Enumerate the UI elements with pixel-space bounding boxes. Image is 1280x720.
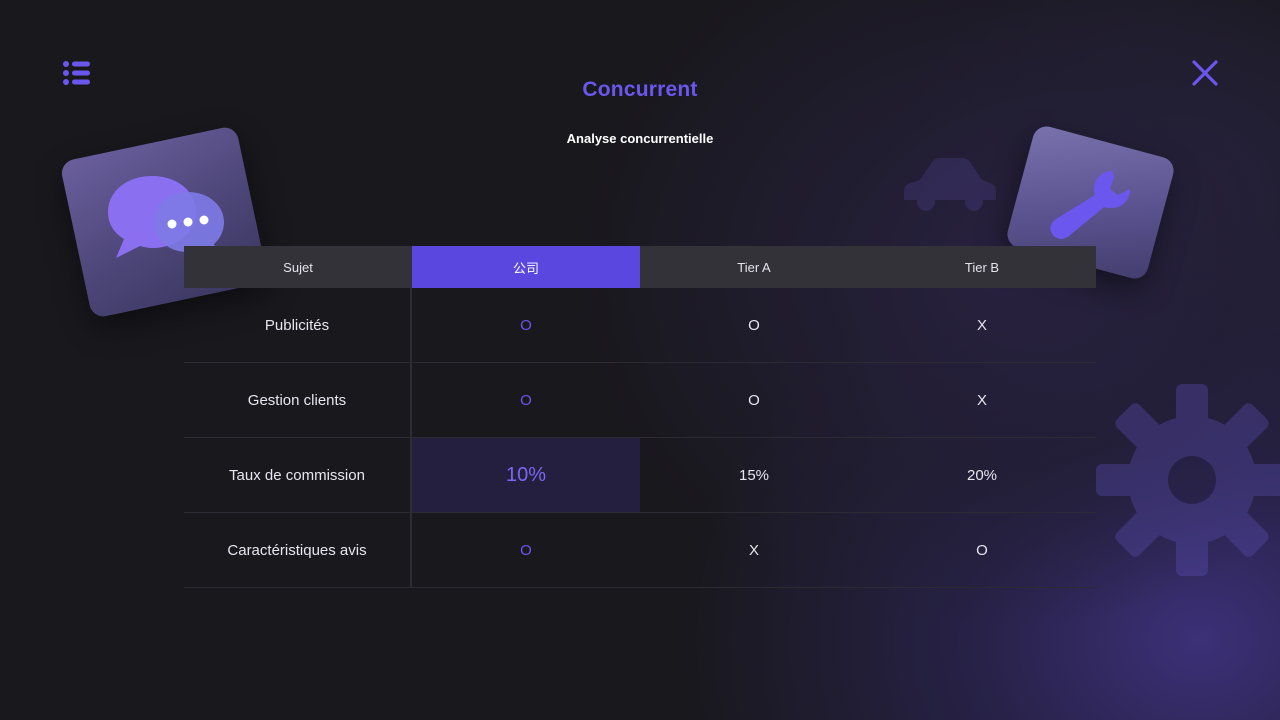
comparison-table: Sujet 公司 Tier A Tier B Publicités O O X …: [184, 246, 1096, 588]
column-header-tier-a: Tier A: [737, 259, 771, 275]
cell-tier-a: X: [748, 541, 759, 559]
wrench-icon: [1050, 171, 1130, 239]
cell-tier-b: O: [976, 541, 988, 559]
cell-tier-a: 15%: [738, 466, 770, 484]
table-row: Caractéristiques avis O X O: [184, 513, 1096, 588]
table-row: Gestion clients O O X: [184, 363, 1096, 438]
cell-company: O: [520, 316, 532, 334]
cell-tier-b: 20%: [966, 466, 998, 484]
gear-icon: [1096, 384, 1280, 576]
column-header-subject: Sujet: [283, 259, 313, 275]
column-header-tier-b: Tier B: [964, 259, 1000, 275]
cell-tier-b: X: [976, 391, 987, 409]
cell-tier-a: O: [748, 316, 760, 334]
cell-company: 10%: [412, 438, 640, 512]
competitor-analysis-screen: Concurrent Analyse concurrentielle Sujet…: [0, 0, 1280, 720]
cell-tier-b: X: [976, 316, 987, 334]
cell-company: O: [520, 541, 532, 559]
row-subject: Taux de commission: [184, 438, 412, 512]
car-icon: [904, 158, 996, 211]
row-subject: Publicités: [184, 288, 412, 362]
cell-tier-a: O: [748, 391, 760, 409]
cell-company: O: [520, 391, 532, 409]
page-title: Concurrent: [582, 78, 698, 101]
table-row: Publicités O O X: [184, 288, 1096, 363]
row-subject: Gestion clients: [184, 363, 412, 437]
table-header: Sujet 公司 Tier A Tier B: [184, 246, 1096, 288]
column-header-company: 公司: [412, 246, 640, 288]
table-row: Taux de commission 10% 15% 20%: [184, 438, 1096, 513]
row-subject: Caractéristiques avis: [184, 513, 412, 587]
